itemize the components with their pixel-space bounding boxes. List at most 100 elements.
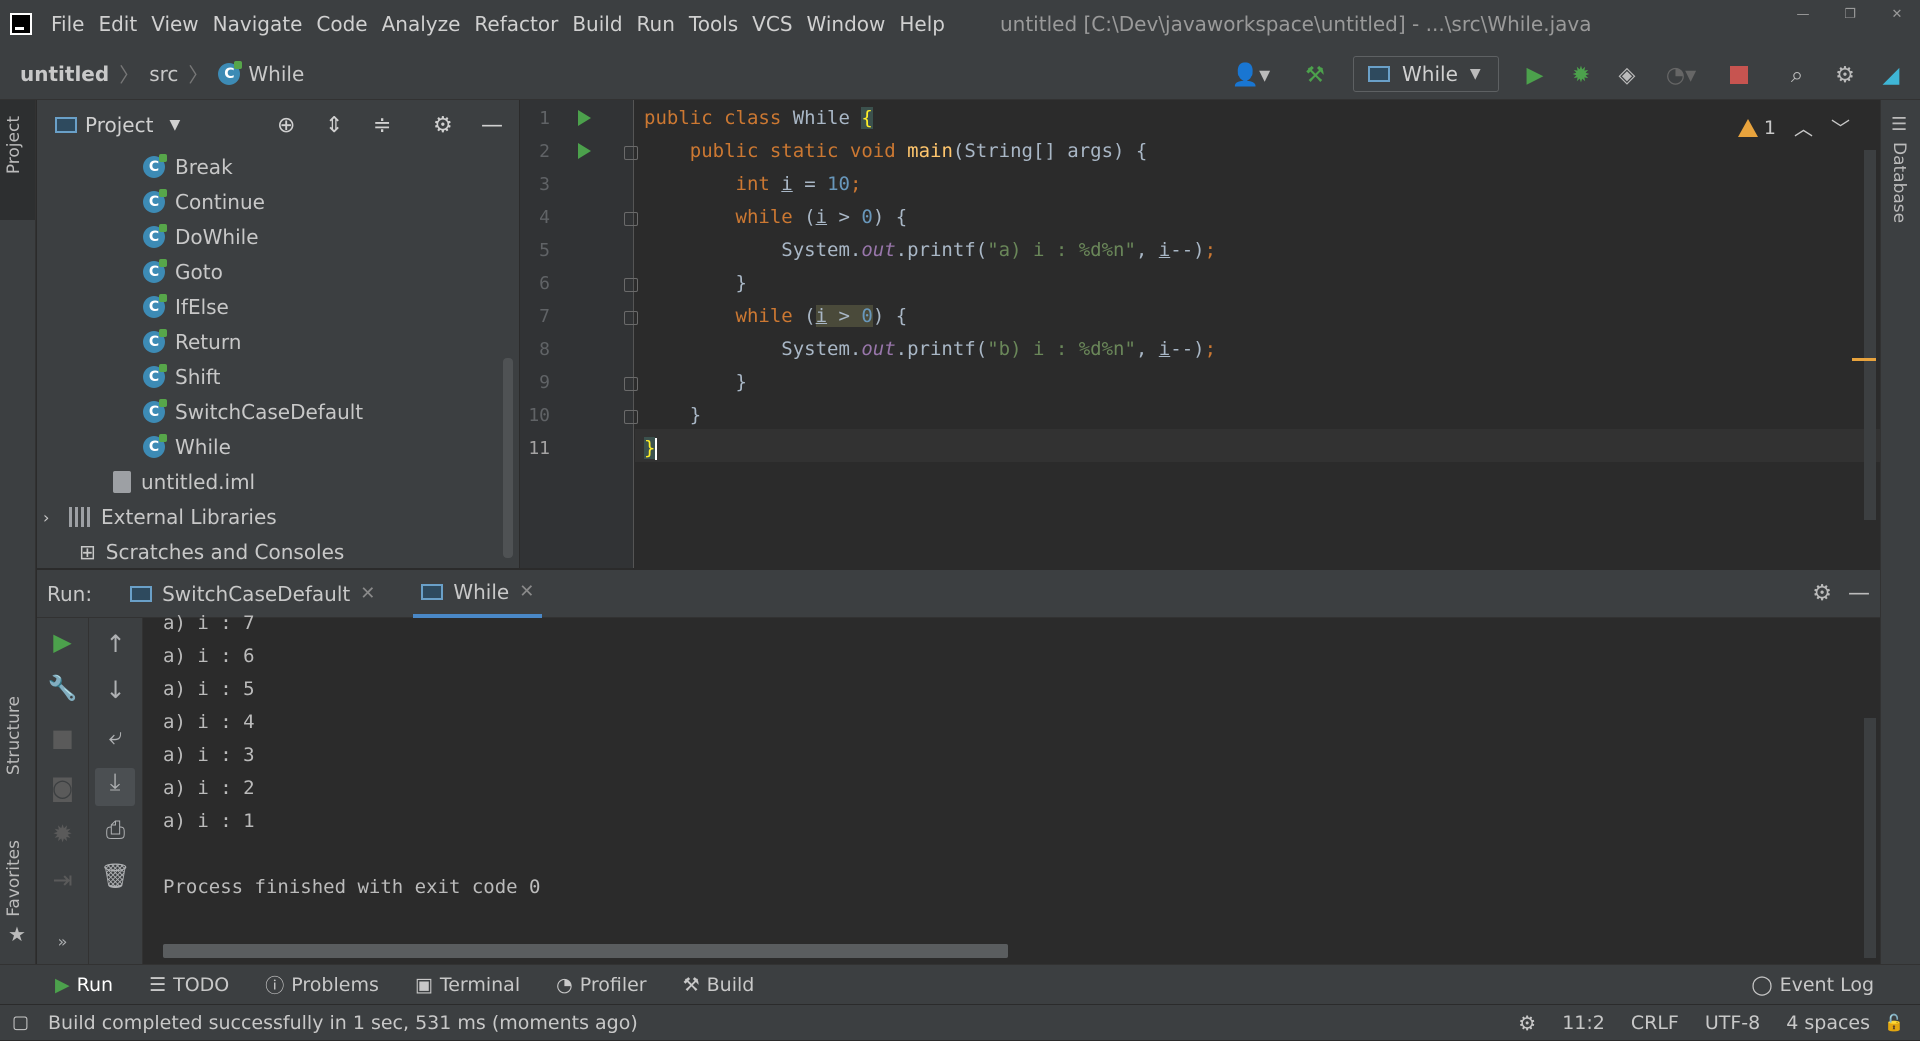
caret-position[interactable]: 11:2 [1562, 1012, 1605, 1034]
layout-icon[interactable]: ▢ [12, 1012, 29, 1033]
tree-item-external-libraries[interactable]: › External Libraries [43, 500, 277, 534]
fold-icon[interactable] [624, 311, 638, 325]
project-scrollbar[interactable] [503, 358, 513, 558]
menu-tools[interactable]: Tools [689, 12, 738, 36]
menu-help[interactable]: Help [899, 12, 945, 36]
chevron-up-icon[interactable]: ︿ [1794, 114, 1813, 141]
hide-panel-icon[interactable]: — [1848, 581, 1870, 606]
debug-icon[interactable]: ✹ [1566, 60, 1596, 90]
tree-item-iml[interactable]: untitled.iml [113, 465, 255, 499]
tab-favorites[interactable]: Favorites [4, 840, 24, 917]
chevron-down-icon[interactable]: ﹀ [1831, 114, 1850, 141]
close-icon[interactable]: ✕ [360, 583, 375, 604]
tree-item-goto[interactable]: C Goto [143, 255, 223, 289]
print-icon[interactable]: ⎙ [89, 816, 142, 844]
run-config-dropdown[interactable]: While ▼ [1353, 56, 1499, 92]
breadcrumb-folder[interactable]: src [149, 62, 178, 86]
user-icon[interactable]: 👤▾ [1228, 60, 1274, 90]
rerun-icon[interactable]: ▶ [37, 628, 88, 656]
console-horizontal-scrollbar[interactable] [163, 944, 1008, 958]
chevron-right-icon[interactable]: › [43, 508, 59, 527]
stop-icon[interactable]: ■ [37, 724, 88, 752]
stop-icon[interactable] [1726, 60, 1752, 90]
tree-item-switchcasedefault[interactable]: C SwitchCaseDefault [143, 395, 363, 429]
project-panel-title[interactable]: Project [85, 113, 153, 137]
search-icon[interactable]: ⌕ [1782, 60, 1812, 90]
code-editor[interactable]: 1 2 3 4 5 6 7 8 9 10 11 public class Whi… [520, 100, 1880, 568]
run-gutter-icon[interactable] [578, 110, 591, 126]
close-window-icon[interactable]: ✕ [1890, 8, 1904, 22]
tree-item-dowhile[interactable]: C DoWhile [143, 220, 259, 254]
bottom-tab-problems[interactable]: ⓘ Problems [265, 971, 379, 998]
menu-vcs[interactable]: VCS [752, 12, 792, 36]
status-message[interactable]: Build completed successfully in 1 sec, 5… [48, 1012, 638, 1034]
breadcrumb-file[interactable]: While [248, 62, 304, 86]
menu-file[interactable]: File [51, 12, 84, 36]
more-icon[interactable]: » [37, 932, 88, 951]
menu-build[interactable]: Build [572, 12, 622, 36]
fold-icon[interactable] [624, 212, 638, 226]
indent-setting[interactable]: 4 spaces [1786, 1012, 1870, 1034]
run-tab-while[interactable]: While ✕ [413, 570, 543, 618]
settings-gear-icon[interactable]: ⚙ [433, 113, 453, 138]
run-gutter-icon[interactable] [578, 143, 591, 159]
menu-window[interactable]: Window [807, 12, 886, 36]
menu-code[interactable]: Code [316, 12, 367, 36]
tree-item-return[interactable]: C Return [143, 325, 241, 359]
file-encoding[interactable]: UTF-8 [1705, 1012, 1760, 1034]
editor-scrollbar[interactable] [1852, 150, 1876, 520]
tree-item-while[interactable]: C While [143, 430, 231, 464]
inspection-icon[interactable]: ⚙ [1518, 1011, 1536, 1035]
camera-icon[interactable]: ◙ [37, 774, 88, 802]
exit-icon[interactable]: ⇥ [37, 866, 88, 894]
console-vertical-scrollbar[interactable] [1864, 718, 1876, 958]
menu-run[interactable]: Run [637, 12, 675, 36]
tab-structure[interactable]: Structure [4, 696, 24, 775]
bottom-tab-profiler[interactable]: ◔ Profiler [556, 974, 646, 996]
close-icon[interactable]: ✕ [519, 581, 534, 602]
menu-view[interactable]: View [151, 12, 198, 36]
breadcrumb-project[interactable]: untitled [20, 62, 109, 86]
console-output[interactable]: a) i : 7 a) i : 6 a) i : 5 a) i : 4 a) i… [143, 612, 1880, 964]
bottom-tab-build[interactable]: ⚒ Build [683, 974, 755, 996]
collapse-all-icon[interactable]: ≑ [373, 113, 391, 138]
bottom-tab-run[interactable]: ▶ Run [55, 974, 113, 996]
locate-icon[interactable]: ⊕ [277, 113, 295, 138]
soft-wrap-icon[interactable]: ⤶ [89, 722, 142, 750]
line-separator[interactable]: CRLF [1631, 1012, 1679, 1034]
bottom-tab-todo[interactable]: ☰ TODO [149, 974, 229, 996]
bottom-tab-terminal[interactable]: ▣ Terminal [415, 974, 520, 996]
arrow-up-icon[interactable]: ↑ [89, 630, 142, 658]
event-log-button[interactable]: ◯ Event Log [1751, 974, 1874, 996]
fold-icon[interactable] [624, 410, 638, 424]
trash-icon[interactable]: 🗑 [89, 862, 142, 890]
menu-refactor[interactable]: Refactor [474, 12, 558, 36]
warning-indicator[interactable]: 1 [1737, 117, 1776, 139]
profile-icon[interactable]: ◔▾ [1656, 60, 1706, 90]
tab-database[interactable]: Database [1889, 142, 1909, 223]
expand-all-icon[interactable]: ⇕ [325, 113, 343, 138]
lock-icon[interactable]: 🔓 [1884, 1013, 1904, 1032]
toolbox-icon[interactable]: ◢ [1876, 60, 1906, 90]
chevron-down-icon[interactable]: ▼ [169, 117, 180, 133]
coverage-icon[interactable]: ◈ [1612, 60, 1642, 90]
settings-gear-icon[interactable]: ⚙ [1812, 581, 1832, 606]
debug-bug-icon[interactable]: ✹ [37, 820, 88, 848]
tree-item-scratches[interactable]: ⊞ Scratches and Consoles [79, 535, 344, 569]
fold-icon[interactable] [624, 146, 638, 160]
restore-icon[interactable]: ❐ [1843, 8, 1857, 22]
warning-marker[interactable] [1852, 358, 1876, 361]
tree-item-continue[interactable]: C Continue [143, 185, 265, 219]
scroll-to-end-icon[interactable]: ⤓ [95, 768, 135, 806]
run-icon[interactable]: ▶ [1520, 60, 1550, 90]
build-hammer-icon[interactable]: ⚒ [1300, 60, 1330, 90]
run-tab-switchcasedefault[interactable]: SwitchCaseDefault ✕ [122, 570, 383, 618]
minimize-icon[interactable]: — [1796, 8, 1810, 22]
menu-navigate[interactable]: Navigate [213, 12, 303, 36]
tree-item-ifelse[interactable]: C IfElse [143, 290, 229, 324]
menu-edit[interactable]: Edit [98, 12, 137, 36]
wrench-icon[interactable]: 🔧 [37, 674, 88, 702]
tree-item-break[interactable]: C Break [143, 150, 233, 184]
tree-item-shift[interactable]: C Shift [143, 360, 220, 394]
arrow-down-icon[interactable]: ↓ [89, 676, 142, 704]
